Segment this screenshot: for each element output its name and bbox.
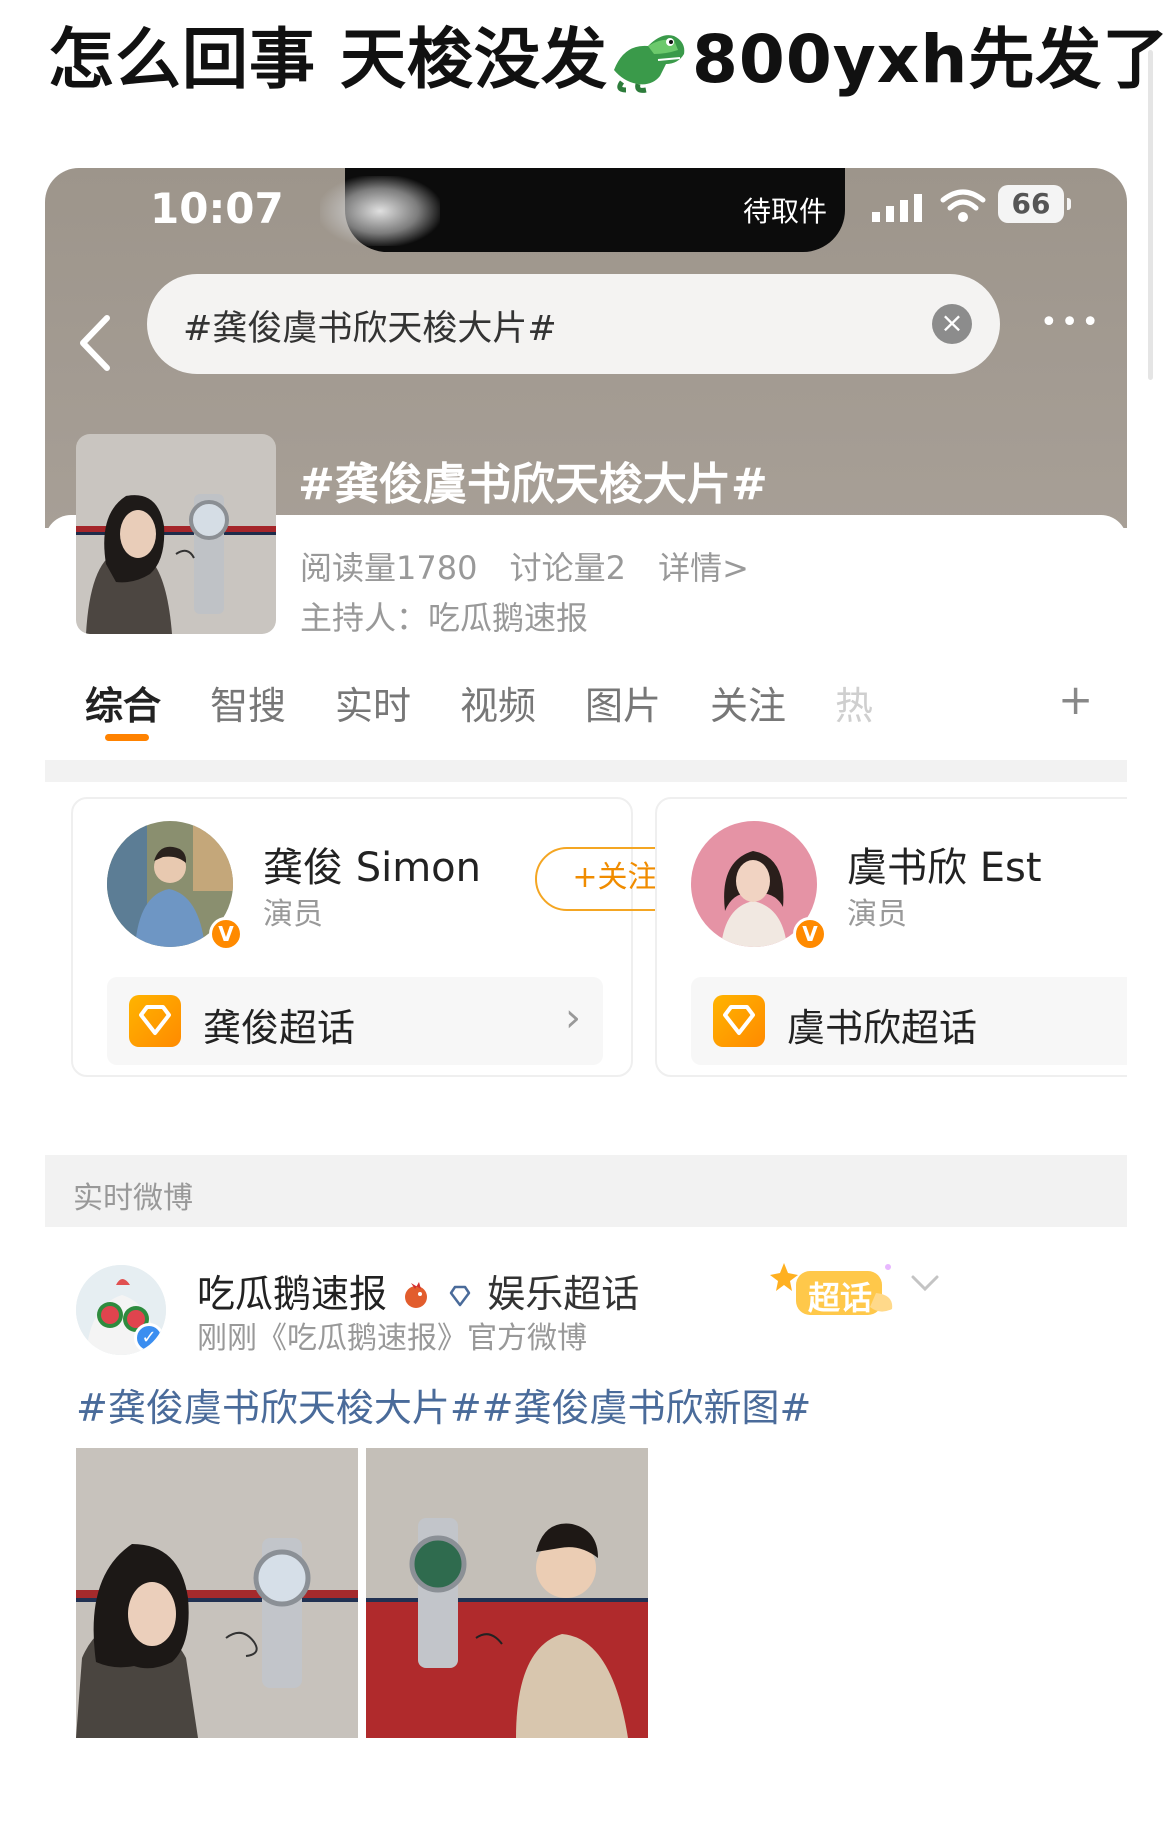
verified-badge: V: [209, 917, 243, 951]
pickup-notification: 待取件: [742, 195, 827, 228]
post-text[interactable]: #龚俊虞书欣天梭大片##龚俊虞书欣新图#: [76, 1377, 811, 1432]
signal-icon: [872, 194, 922, 222]
verified-check-icon: ✓: [134, 1323, 164, 1353]
diamond-icon: [129, 995, 181, 1047]
chevron-down-icon[interactable]: [907, 1267, 943, 1297]
more-options-icon[interactable]: •••: [1040, 308, 1105, 338]
back-arrow-icon[interactable]: [71, 308, 121, 378]
post-group[interactable]: 娱乐超话: [487, 1272, 639, 1316]
caption-text-before: 怎么回事 天梭没发: [48, 21, 608, 98]
tab-general[interactable]: 综合: [85, 675, 161, 730]
discussion-count: 讨论量2: [509, 549, 626, 587]
tab-video[interactable]: 视频: [460, 675, 536, 730]
post-author[interactable]: 吃瓜鹅速报 娱乐超话: [197, 1263, 639, 1318]
supertopic-link[interactable]: 虞书欣超话: [691, 977, 1127, 1065]
star-name[interactable]: 龚俊 Simon: [263, 835, 481, 893]
details-link[interactable]: 详情>: [658, 549, 749, 587]
star-role: 演员: [847, 897, 907, 932]
divider: [45, 760, 1127, 782]
verified-badge: V: [793, 917, 827, 951]
caption-text-after: 800yxh先发了: [691, 21, 1170, 98]
meme-caption: 怎么回事 天梭没发 800yxh先发了: [48, 20, 1169, 100]
status-time: 10:07: [150, 184, 284, 233]
topic-host[interactable]: 主持人：吃瓜鹅速报: [300, 593, 588, 639]
supertopic-tag-label: 超话: [808, 1279, 873, 1317]
rooster-icon: [405, 1282, 428, 1308]
read-count: 阅读量1780: [300, 549, 478, 587]
avatar[interactable]: ✓: [76, 1265, 166, 1355]
supertopic-label: 龚俊超话: [203, 1006, 356, 1050]
chevron-right-icon: ›: [565, 995, 581, 1041]
post-image[interactable]: [76, 1448, 358, 1738]
post-image[interactable]: [366, 1448, 648, 1738]
search-bar[interactable]: #龚俊虞书欣天梭大片# ×: [147, 274, 1000, 374]
tab-bar: 综合 智搜 实时 视频 图片 关注 热 +: [45, 665, 1127, 745]
battery-indicator: 66: [998, 185, 1071, 223]
crocodile-icon: [613, 35, 685, 93]
wifi-icon: [940, 189, 986, 222]
redaction-smudge: [320, 176, 440, 246]
diamond-icon: [713, 995, 765, 1047]
search-input[interactable]: #龚俊虞书欣天梭大片#: [183, 300, 557, 351]
topic-info-card: 阅读量1780 讨论量2 详情> 主持人：吃瓜鹅速报 综合 智搜 实时 视频 图…: [45, 515, 1127, 1827]
author-name[interactable]: 吃瓜鹅速报: [197, 1272, 387, 1316]
section-header: 实时微博: [45, 1155, 1127, 1227]
tab-following[interactable]: 关注: [710, 675, 786, 730]
tab-pictures[interactable]: 图片: [585, 675, 661, 730]
star-name[interactable]: 虞书欣 Est: [847, 835, 1042, 893]
tab-hot[interactable]: 热: [835, 675, 873, 730]
supertopic-label: 虞书欣超话: [787, 1006, 978, 1050]
tab-smart-search[interactable]: 智搜: [210, 675, 286, 730]
supertopic-link[interactable]: 龚俊超话 ›: [107, 977, 603, 1065]
scrollbar[interactable]: [1148, 50, 1153, 380]
active-tab-indicator: [105, 734, 149, 741]
star-card-gongjun[interactable]: V 龚俊 Simon 演员 +关注 龚俊超话 ›: [71, 797, 695, 1077]
phone-screenshot: 10:07 待取件 66 #龚俊虞书欣天梭大片# × ••• #龚俊虞书欣天梭大…: [45, 168, 1127, 1827]
post-meta: 刚刚《吃瓜鹅速报》官方微博: [197, 1321, 587, 1356]
star-card-yushuxin[interactable]: V 虞书欣 Est 演员 虞书欣超话: [655, 797, 1127, 1077]
section-label: 实时微博: [73, 1181, 193, 1216]
add-tab-icon[interactable]: +: [1058, 675, 1093, 724]
topic-title: #龚俊虞书欣天梭大片#: [298, 459, 768, 510]
tab-realtime[interactable]: 实时: [335, 675, 411, 730]
supertopic-tag[interactable]: 超话: [770, 1255, 900, 1325]
topic-cover-image[interactable]: [76, 434, 276, 634]
topic-stats: 阅读量1780 讨论量2 详情>: [300, 543, 771, 589]
dynamic-island: 待取件: [320, 168, 845, 252]
clear-search-icon[interactable]: ×: [932, 304, 972, 344]
diamond-outline-icon: [449, 1285, 471, 1307]
star-role: 演员: [263, 897, 323, 932]
